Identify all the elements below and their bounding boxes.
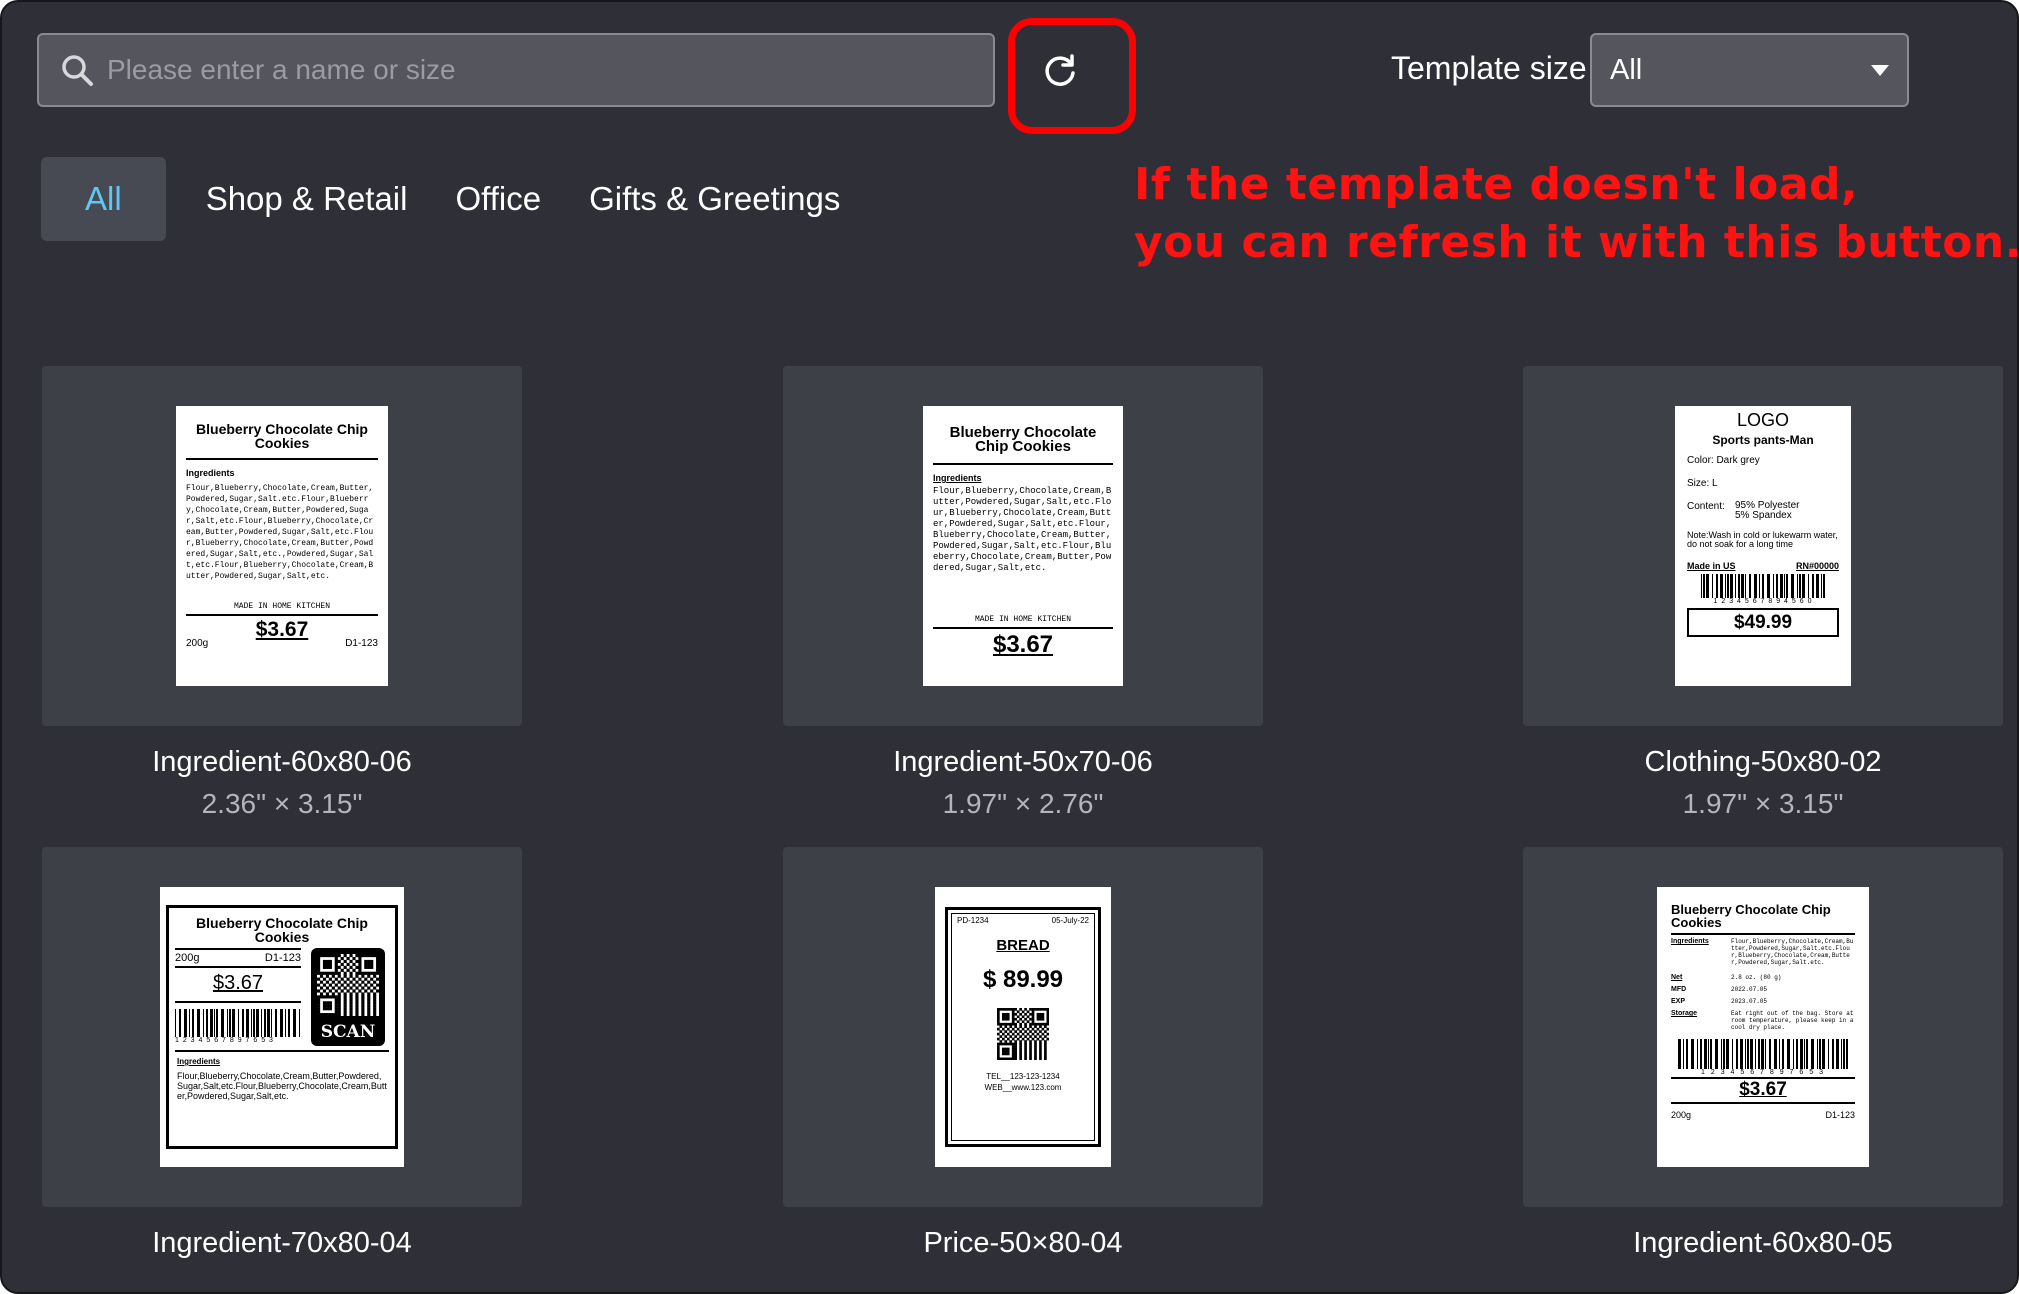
preview-code: D1-123 (345, 638, 378, 649)
preview-price: $3.67 (1739, 1079, 1787, 1100)
label-preview: Blueberry Chocolate Chip Cookies Ingredi… (923, 406, 1123, 686)
template-name: Ingredient-60x80-05 (1633, 1227, 1893, 1259)
preview-title: Blueberry Chocolate Chip Cookies (196, 421, 368, 451)
preview-exp: 2023.07.05 (1731, 998, 1768, 1005)
template-name: Ingredient-50x70-06 (893, 746, 1153, 778)
search-icon (62, 55, 93, 86)
preview-section: Ingredients (933, 473, 982, 483)
preview-storage: Eat right out of the bag. Store at room … (1731, 1010, 1854, 1031)
annotation-line-2: you can refresh it with this button. (1134, 217, 2019, 268)
category-tabs: All Shop & Retail Office Gifts & Greetin… (41, 157, 888, 241)
template-size: 2.36" × 3.15" (201, 788, 363, 819)
preview-color: Color: Dark grey (1687, 455, 1760, 466)
preview-weight: 200g (1671, 1110, 1692, 1120)
template-name: Ingredient-60x80-06 (152, 746, 412, 778)
barcode (1678, 1039, 1848, 1069)
preview-rn: RN#00000 (1795, 561, 1839, 571)
template-name: Clothing-50x80-02 (1644, 746, 1882, 778)
preview-title: BREAD (996, 937, 1050, 954)
preview-made: MADE IN HOME KITCHEN (233, 602, 330, 611)
template-thumbnail: Blueberry Chocolate Chip Cookies 200g D1… (42, 847, 522, 1207)
preview-price: $3.67 (992, 631, 1054, 658)
preview-body: Flour,Blueberry,Chocolate,Cream,Butter,P… (177, 1071, 387, 1101)
preview-logo: LOGO (1736, 410, 1789, 430)
preview-net-label: Net (1671, 974, 1683, 981)
qr-code: SCAN (311, 948, 385, 1046)
preview-ingredients: Flour,Blueberry,Chocolate,Cream,Butter,P… (1731, 938, 1854, 966)
preview-web: WEB__www.123.com (984, 1083, 1062, 1092)
refresh-annotation: If the template doesn't load, you can re… (1134, 156, 2019, 272)
preview-made: Made in US (1687, 561, 1736, 571)
qr-code-icon (317, 954, 379, 1016)
preview-size: Size: L (1687, 478, 1718, 489)
template-thumbnail: Blueberry Chocolate Chip Cookies Ingredi… (1523, 847, 2003, 1207)
annotation-line-1: If the template doesn't load, (1134, 159, 1859, 210)
preview-exp-label: EXP (1671, 998, 1686, 1005)
template-thumbnail: Blueberry Chocolate Chip Cookies Ingredi… (783, 366, 1263, 726)
barcode (1701, 574, 1825, 598)
search-box[interactable] (37, 33, 995, 107)
preview-mfd: 2022.07.05 (1731, 986, 1768, 993)
template-size: 1.97" × 3.15" (1682, 788, 1844, 819)
preview-barcode-digits: 1 2 3 4 5 6 7 8 9 7 6 5 3 (1701, 1069, 1825, 1076)
preview-scan: SCAN (320, 1022, 376, 1042)
preview-price: $49.99 (1687, 608, 1839, 637)
search-input[interactable] (105, 39, 979, 101)
preview-barcode-digits: 1 2 3 4 5 6 7 8 9 7 6 5 3 (175, 1037, 274, 1044)
preview-code: D1-123 (1825, 1110, 1855, 1120)
preview-made: MADE IN HOME KITCHEN (974, 615, 1071, 624)
preview-tel: TEL__123-123-1234 (986, 1072, 1060, 1081)
tab-office[interactable]: Office (455, 157, 541, 241)
preview-title: Blueberry Chocolate Chip Cookies (949, 424, 1097, 455)
preview-weight: 200g (186, 638, 209, 649)
template-size-label: Template size (1391, 50, 1587, 86)
preview-content-label: Content: (1687, 501, 1725, 512)
preview-title: Blueberry Chocolate Chip Cookies (1671, 902, 1831, 930)
tab-shop-retail[interactable]: Shop & Retail (206, 157, 408, 241)
preview-title: Sports pants-Man (1712, 433, 1814, 447)
preview-body: Flour,Blueberry,Chocolate,Cream,Butter,P… (933, 486, 1112, 573)
preview-section: Ingredients (177, 1057, 221, 1066)
preview-price: $ 89.99 (982, 966, 1064, 993)
preview-storage-label: Storage (1671, 1010, 1698, 1017)
template-size-select[interactable]: All (1590, 33, 1909, 107)
preview-content-2: 5% Spandex (1735, 510, 1792, 521)
template-thumbnail: PD-1234 05-July-22 BREAD $ 89.99 TEL__12… (783, 847, 1263, 1207)
label-preview: PD-1234 05-July-22 BREAD $ 89.99 TEL__12… (935, 887, 1111, 1167)
label-preview: Blueberry Chocolate Chip Cookies Ingredi… (1657, 887, 1869, 1167)
template-name: Price-50×80-04 (923, 1227, 1123, 1259)
refresh-highlight-box (1008, 18, 1136, 134)
template-name: Ingredient-70x80-04 (152, 1227, 412, 1259)
preview-note: Note:Wash in cold or lukewarm water, do … (1687, 530, 1838, 549)
preview-net: 2.8 oz. (80 g) (1731, 974, 1782, 981)
template-size: 1.97" × 2.76" (942, 788, 1104, 819)
preview-barcode-digits: 1 2 3 4 5 6 7 8 9 4 5 6 0 (1713, 598, 1813, 605)
qr-code-icon (997, 1008, 1049, 1060)
tab-all[interactable]: All (41, 157, 166, 241)
preview-body: Flour,Blueberry,Chocolate,Cream,Butter,P… (186, 484, 374, 581)
template-thumbnail: Blueberry Chocolate Chip Cookies Ingredi… (42, 366, 522, 726)
label-preview: Blueberry Chocolate Chip Cookies Ingredi… (176, 406, 388, 686)
template-size-value: All (1610, 53, 1643, 86)
label-preview: LOGO Sports pants-Man Color: Dark grey S… (1675, 406, 1851, 686)
preview-date: 05-July-22 (1051, 916, 1089, 925)
preview-ingredients-label: Ingredients (1671, 938, 1709, 945)
preview-weight: 200g (175, 952, 200, 964)
template-thumbnail: LOGO Sports pants-Man Color: Dark grey S… (1523, 366, 2003, 726)
preview-title: Blueberry Chocolate Chip Cookies (196, 915, 368, 945)
chevron-down-icon (1871, 64, 1889, 76)
preview-mfd-label: MFD (1671, 986, 1687, 993)
preview-code: PD-1234 (957, 916, 989, 925)
barcode (175, 1009, 300, 1037)
tab-gifts-greetings[interactable]: Gifts & Greetings (589, 157, 840, 241)
preview-price: $3.67 (212, 972, 264, 994)
template-picker-panel: Template size All All Shop & Retail Offi… (0, 0, 2019, 1294)
label-preview: Blueberry Chocolate Chip Cookies 200g D1… (160, 887, 404, 1167)
preview-code: D1-123 (264, 952, 301, 964)
preview-section: Ingredients (186, 468, 235, 478)
